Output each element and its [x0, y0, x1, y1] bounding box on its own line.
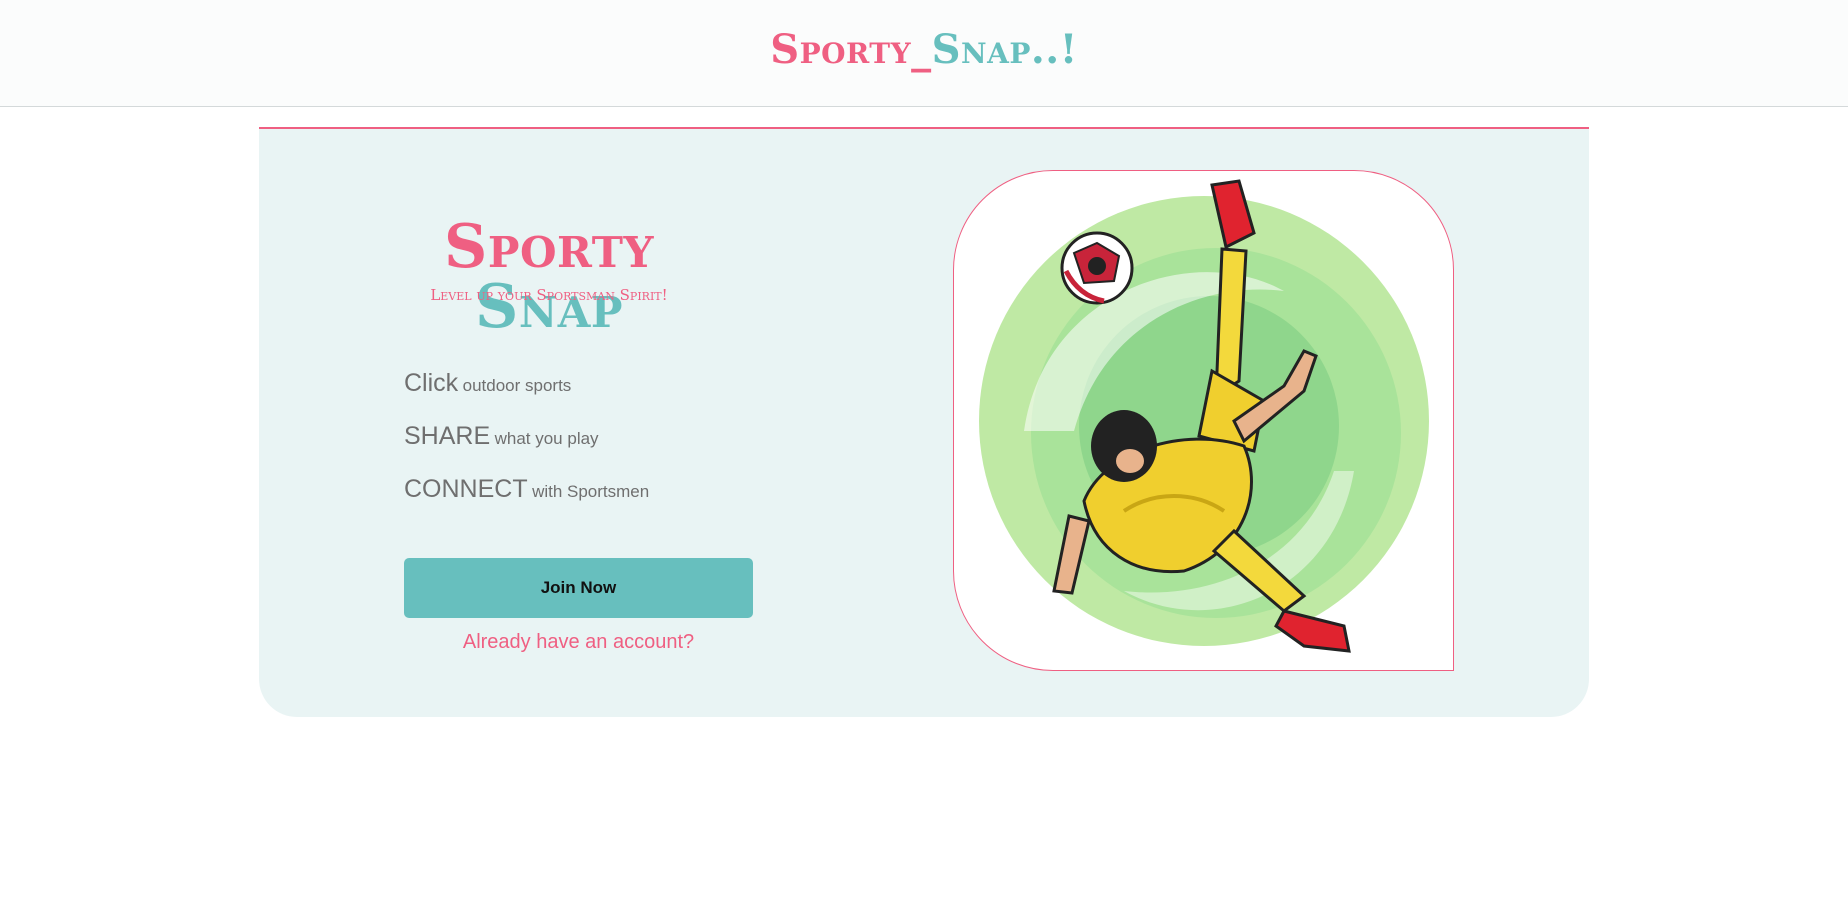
hero-title: Sporty Snap — [399, 217, 699, 337]
soccer-ball-icon — [1060, 231, 1134, 305]
red-boot-icon — [1274, 609, 1351, 653]
hero-title-part2: Snap — [475, 272, 623, 342]
feature-keyword: CONNECT — [404, 475, 528, 503]
feature-keyword: SHARE — [404, 422, 491, 450]
hero-card: Sporty Snap Level up your Sportsman Spir… — [259, 127, 1589, 717]
feature-description: outdoor sports — [462, 376, 572, 395]
top-navbar: Sporty_Snap..! — [0, 0, 1848, 107]
feature-item-connect: CONNECT with Sportsmen — [404, 475, 804, 528]
join-now-button[interactable]: Join Now — [404, 558, 753, 618]
feature-item-share: SHARE what you play — [404, 422, 804, 475]
hero-tagline: Level up your Sportsman Spirit! — [430, 286, 668, 304]
footballer-illustration — [953, 170, 1454, 671]
feature-item-click: Click outdoor sports — [404, 369, 804, 422]
brand-logo-part2: Snap..! — [931, 26, 1078, 73]
brand-logo-part1: Sporty_ — [770, 26, 932, 73]
feature-keyword: Click — [404, 369, 459, 397]
brand-logo[interactable]: Sporty_Snap..! — [0, 26, 1848, 73]
feature-description: what you play — [494, 429, 599, 448]
already-have-account-link[interactable]: Already have an account? — [404, 631, 753, 654]
feature-list: Click outdoor sports SHARE what you play… — [404, 369, 804, 528]
bicycle-kick-footballer-illustration-icon — [979, 179, 1429, 653]
feature-description: with Sportsmen — [532, 482, 650, 501]
